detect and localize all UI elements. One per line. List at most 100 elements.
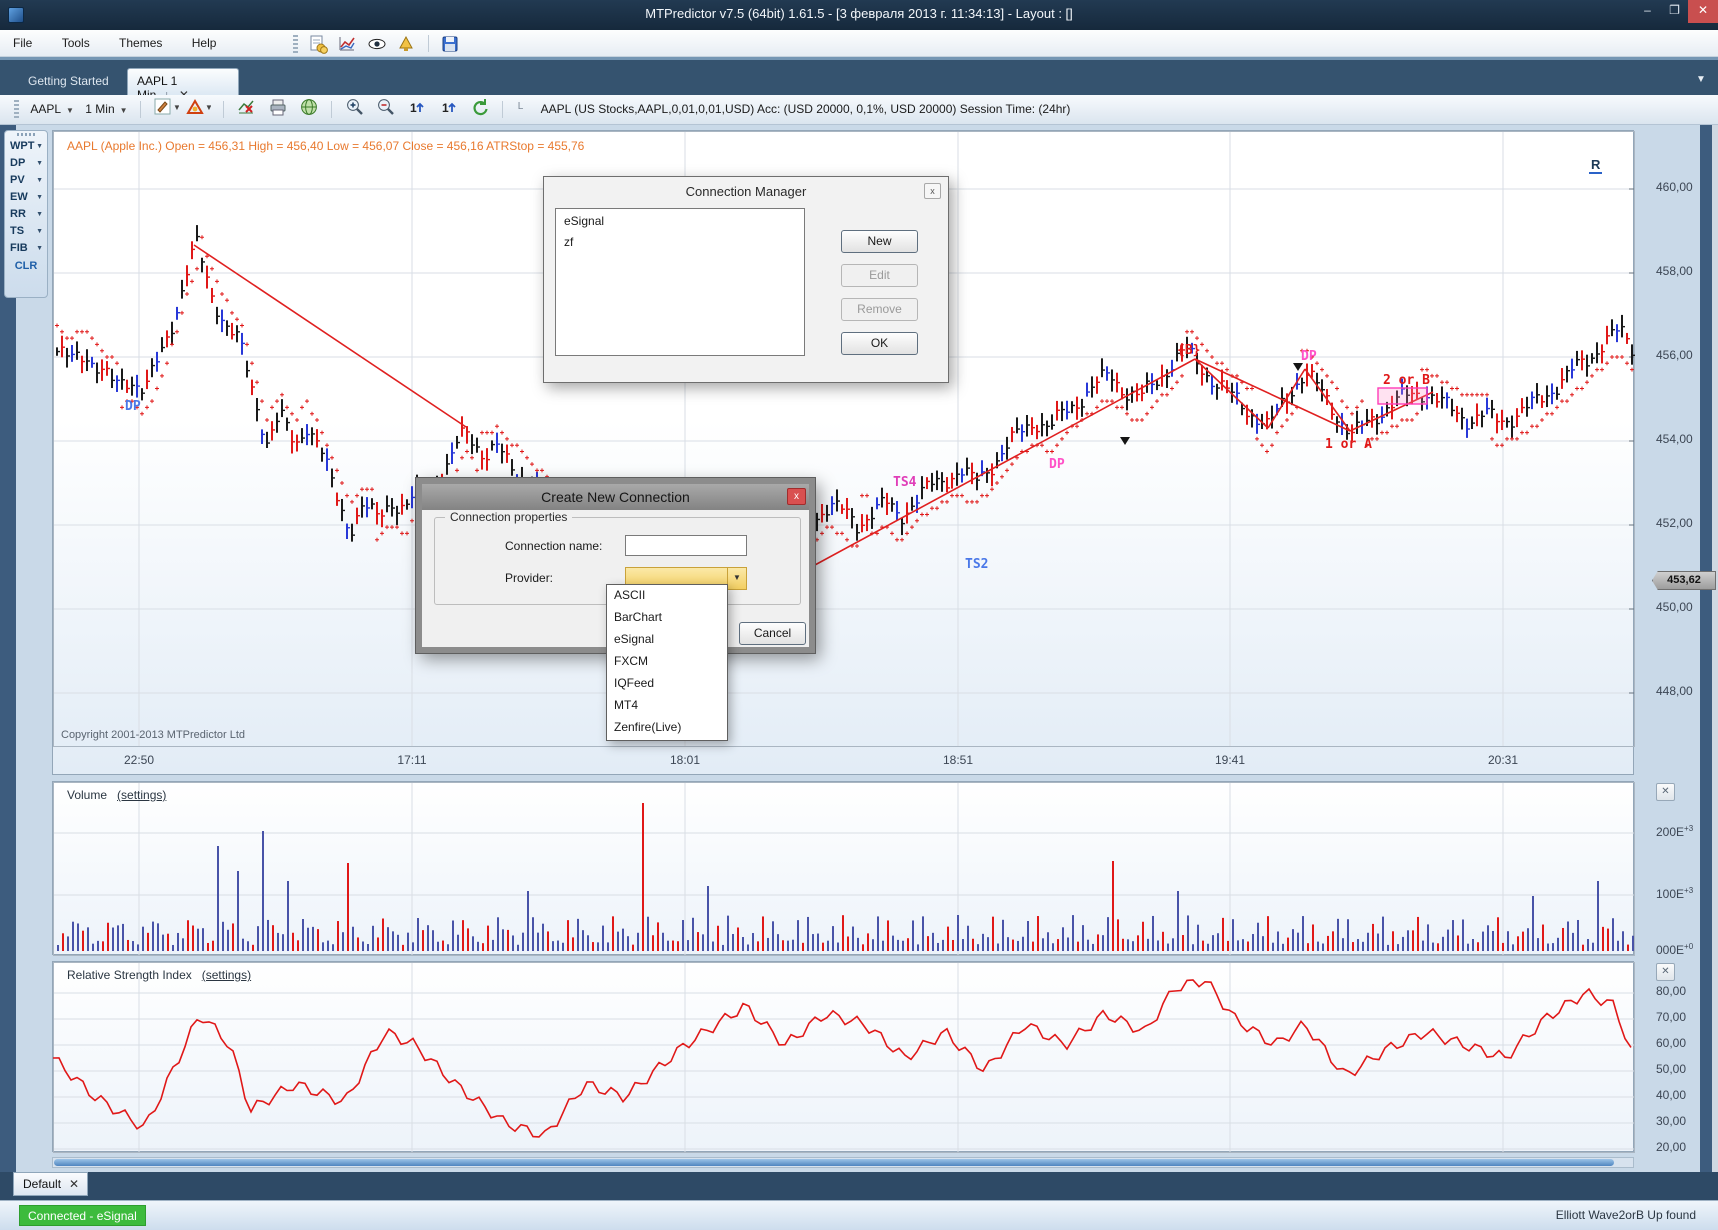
provider-dropdown-list: ASCII BarChart eSignal FXCM IQFeed MT4 Z… <box>606 584 728 741</box>
chart-style-dropdown[interactable]: ▼ <box>153 97 173 117</box>
status-bar: Connected - eSignal Elliott Wave2orB Up … <box>0 1200 1718 1230</box>
scrollbar-thumb[interactable] <box>54 1159 1614 1166</box>
price-tick: 448,00 <box>1656 684 1714 698</box>
zoom-in-icon[interactable] <box>345 97 365 117</box>
zoom-out-icon[interactable] <box>376 97 396 117</box>
price-tick: 458,00 <box>1656 264 1714 278</box>
time-tick: 18:51 <box>928 753 988 767</box>
toolbar-grip <box>293 35 298 53</box>
dialog-close-icon[interactable]: x <box>924 183 941 199</box>
eye-icon[interactable] <box>367 34 387 54</box>
chart-annotation: DP <box>1301 349 1317 364</box>
tab-aapl-1min[interactable]: AAPL 1 MinL✕ <box>127 68 239 98</box>
connection-name-input[interactable] <box>625 535 747 556</box>
tab-getting-started[interactable]: Getting Started <box>28 74 109 88</box>
print-icon[interactable] <box>268 97 288 117</box>
provider-option-esignal[interactable]: eSignal <box>607 629 727 651</box>
tool-palette: WPT▼ DP▼ PV▼ EW▼ RR▼ TS▼ FIB▼ CLR <box>4 130 48 298</box>
bar-back-icon[interactable]: 1 <box>407 97 427 117</box>
tabstrip-dropdown-icon[interactable]: ▼ <box>1696 74 1706 85</box>
globe-icon[interactable] <box>299 97 319 117</box>
interval-dropdown[interactable]: 1 Min▼ <box>81 100 131 118</box>
last-price-badge: 453,62 <box>1652 571 1716 590</box>
layout-tab-default[interactable]: Default✕ <box>13 1172 88 1196</box>
rsi-tick: 80,00 <box>1656 984 1714 998</box>
volume-canvas <box>53 782 1635 956</box>
remove-button[interactable]: Remove <box>841 298 918 321</box>
new-button[interactable]: New <box>841 230 918 253</box>
minimize-button[interactable]: – <box>1634 0 1661 23</box>
link-group-label[interactable]: L <box>518 101 524 112</box>
symbol-dropdown[interactable]: AAPL▼ <box>26 100 78 118</box>
close-button[interactable]: ✕ <box>1688 0 1718 23</box>
group-label: Connection properties <box>445 510 572 524</box>
connection-list[interactable]: eSignal zf <box>555 208 805 356</box>
price-tick: 450,00 <box>1656 600 1714 614</box>
title-bar: MTPredictor v7.5 (64bit) 1.61.5 - [3 фев… <box>0 0 1718 30</box>
wave-tool-dropdown[interactable]: ▼ <box>185 97 211 117</box>
new-order-icon[interactable] <box>308 34 328 54</box>
remove-analysis-icon[interactable] <box>236 97 256 117</box>
menu-file[interactable]: File <box>0 30 45 57</box>
time-tick: 22:50 <box>109 753 169 767</box>
volume-panel[interactable]: Volume(settings) <box>52 781 1634 955</box>
provider-option-mt4[interactable]: MT4 <box>607 695 727 717</box>
rsi-canvas <box>53 962 1635 1153</box>
chart-annotation: TS2 <box>965 557 988 572</box>
document-tab-strip: Getting Started AAPL 1 MinL✕ ▼ <box>0 57 1718 95</box>
chart-copyright: Copyright 2001-2013 MTPredictor Ltd <box>61 729 245 741</box>
sidebar-item-ew[interactable]: EW▼ <box>5 190 47 207</box>
svg-text:▼: ▼ <box>205 103 211 112</box>
bar-forward-icon[interactable]: 1 <box>439 97 459 117</box>
connection-item[interactable]: zf <box>564 235 804 256</box>
sidebar-item-dp[interactable]: DP▼ <box>5 156 47 173</box>
sidebar-item-pv[interactable]: PV▼ <box>5 173 47 190</box>
dialog-title: Connection Manager <box>544 184 948 199</box>
sidebar-item-wpt[interactable]: WPT▼ <box>5 139 47 156</box>
chart-icon[interactable] <box>337 34 357 54</box>
edit-button[interactable]: Edit <box>841 264 918 287</box>
rsi-panel[interactable]: Relative Strength Index(settings) <box>52 961 1634 1152</box>
price-tick: 454,00 <box>1656 432 1714 446</box>
provider-option-fxcm[interactable]: FXCM <box>607 651 727 673</box>
reload-link[interactable]: R <box>1589 157 1602 174</box>
ok-button[interactable]: OK <box>841 332 918 355</box>
svg-text:▼: ▼ <box>173 103 179 112</box>
dialog-close-icon[interactable]: x <box>787 488 806 505</box>
volume-tick: 100E+3 <box>1656 886 1714 901</box>
volume-close-icon[interactable]: ✕ <box>1656 783 1675 801</box>
rsi-tick: 40,00 <box>1656 1088 1714 1102</box>
menu-tools[interactable]: Tools <box>49 30 103 57</box>
maximize-button[interactable]: ❐ <box>1661 0 1688 23</box>
chart-annotation: DP <box>125 399 141 414</box>
rsi-tick: 20,00 <box>1656 1140 1714 1154</box>
time-tick: 20:31 <box>1473 753 1533 767</box>
provider-option-barchart[interactable]: BarChart <box>607 607 727 629</box>
sidebar-item-ts[interactable]: TS▼ <box>5 224 47 241</box>
provider-option-iqfeed[interactable]: IQFeed <box>607 673 727 695</box>
menu-help[interactable]: Help <box>179 30 230 57</box>
combo-dropdown-icon[interactable]: ▼ <box>727 568 746 589</box>
layout-tab-close-icon[interactable]: ✕ <box>69 1177 79 1191</box>
volume-settings-link[interactable]: (settings) <box>117 788 166 802</box>
chart-toolbar: AAPL▼ 1 Min▼ ▼ ▼ 1 1 L AAPL (US Stocks,A… <box>0 95 1718 125</box>
svg-text:1: 1 <box>410 101 417 115</box>
cancel-button[interactable]: Cancel <box>739 622 806 645</box>
rsi-close-icon[interactable]: ✕ <box>1656 963 1675 981</box>
rsi-settings-link[interactable]: (settings) <box>202 968 251 982</box>
provider-option-ascii[interactable]: ASCII <box>607 585 727 607</box>
menu-themes[interactable]: Themes <box>106 30 175 57</box>
provider-option-zenfire[interactable]: Zenfire(Live) <box>607 717 727 739</box>
sidebar-clear-button[interactable]: CLR <box>5 260 47 272</box>
alert-bell-icon[interactable] <box>396 34 416 54</box>
time-tick: 18:01 <box>655 753 715 767</box>
sidebar-item-rr[interactable]: RR▼ <box>5 207 47 224</box>
horizontal-scrollbar[interactable] <box>52 1157 1634 1168</box>
chart-annotation: 2 or B <box>1383 373 1430 388</box>
chart-annotation: 1 or A <box>1325 437 1372 452</box>
sidebar-item-fib[interactable]: FIB▼ <box>5 241 47 258</box>
save-icon[interactable] <box>440 34 460 54</box>
connection-item[interactable]: eSignal <box>564 214 804 235</box>
chart-annotation: TS4 <box>893 475 916 490</box>
refresh-icon[interactable] <box>470 97 490 117</box>
